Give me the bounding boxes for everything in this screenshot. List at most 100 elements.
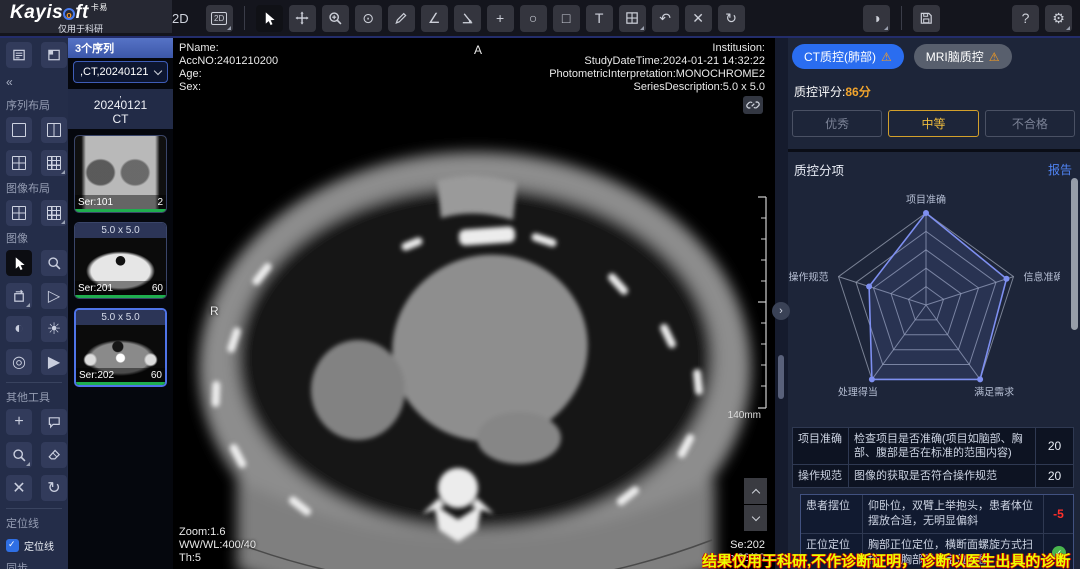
deduct-score: -5 (1053, 507, 1064, 522)
series-layout-2x2-button[interactable] (6, 150, 32, 176)
rect-tool-button[interactable]: □ (553, 5, 580, 32)
localizer-checkbox-label: 定位线 (24, 538, 54, 553)
qc-section-title: 质控分项 (794, 160, 844, 179)
table-row: 项目准确 检查项目是否准确(项目如脑部、胸部、腹部是否在标准的范围内容) 20 (792, 427, 1074, 465)
mode-2d-label: 2D (172, 11, 189, 26)
ellipse-tool-button[interactable]: ○ (520, 5, 547, 32)
orientation-anterior-label: A (474, 43, 482, 57)
clear-tool-button[interactable]: ✕ (6, 475, 32, 501)
undo-button[interactable]: ↶ (652, 5, 679, 32)
image-layout-2x2-button[interactable] (6, 200, 32, 226)
cine-play-button[interactable]: ▶ (41, 349, 67, 375)
qc-panel: CT质控(肺部)⚠ MRI脑质控⚠ 质控评分:86分 优秀 中等 不合格 质控分… (788, 38, 1080, 569)
load-progress-bar (76, 382, 165, 385)
disclaimer-marquee: 结果仅用于科研,不作诊断证明， 诊断以医生出具的诊断 (702, 550, 1080, 569)
sync-title: 同步 (0, 556, 68, 569)
magnify-region-button[interactable] (6, 442, 32, 468)
thumbnail-image: Ser:20260 (76, 325, 165, 385)
series-layout-3x3-button[interactable] (41, 150, 67, 176)
orientation-right-label: R (210, 304, 219, 318)
tab-mri-qc[interactable]: MRI脑质控⚠ (914, 44, 1012, 69)
svg-text:处理得当: 处理得当 (838, 385, 878, 398)
image-cursor-tool-button[interactable] (6, 250, 32, 276)
cobb-angle-tool-button[interactable] (454, 5, 481, 32)
warning-icon: ⚠ (989, 50, 1000, 64)
report-link[interactable]: 报告 (1048, 161, 1072, 178)
image-zoom-tool-button[interactable] (41, 250, 67, 276)
series-thumbnail-201[interactable]: 5.0 x 5.0 Ser:20160 (74, 222, 167, 299)
grade-fail-button[interactable]: 不合格 (985, 110, 1075, 137)
sidebar-divider-2 (6, 508, 62, 509)
zoom-tool-button[interactable] (322, 5, 349, 32)
logo-o-icon: o (63, 8, 75, 20)
crosshair-tool-button[interactable]: + (6, 409, 32, 435)
save-button[interactable] (913, 5, 940, 32)
scroll-up-button[interactable] (744, 478, 767, 504)
top-toolbar: Kayisoft卡易 仅用于科研 2D 2D ⊙ ∠ + ○ □ T ↶ ✕ ↻… (0, 0, 1080, 38)
flip-horizontal-button[interactable]: ▷ (41, 283, 67, 309)
scroll-down-button[interactable] (744, 505, 767, 531)
study-select[interactable]: ,CT,20240121 (73, 61, 168, 83)
localizer-title: 定位线 (0, 511, 68, 535)
toolbar-separator (244, 6, 245, 30)
text-tool-button[interactable]: T (586, 5, 613, 32)
viewport-scrollbar[interactable] (778, 355, 784, 399)
rotate-flip-button[interactable] (6, 283, 32, 309)
localizer-checkbox[interactable]: 定位线 (0, 535, 68, 556)
localizer-checkbox-box[interactable] (6, 539, 19, 552)
qc-panel-scrollbar[interactable] (1071, 178, 1078, 330)
help-button[interactable]: ? (1012, 5, 1039, 32)
image-layout-title: 图像布局 (0, 176, 68, 200)
table-row: 操作规范 图像的获取是否符合操作规范 20 (792, 465, 1074, 488)
tab-ct-qc[interactable]: CT质控(肺部)⚠ (792, 44, 904, 69)
collapse-sidebar-button[interactable]: « (0, 73, 68, 93)
svg-text:满足需求: 满足需求 (974, 386, 1014, 398)
target-button[interactable]: ◎ (6, 349, 32, 375)
series-thumbnail-202-selected[interactable]: 5.0 x 5.0 Ser:20260 (74, 308, 167, 387)
ct-axial-image (187, 90, 762, 569)
svg-text:信息准确: 信息准确 (1024, 271, 1061, 284)
grade-medium-button[interactable]: 中等 (888, 110, 978, 137)
angle-tool-button[interactable]: ∠ (421, 5, 448, 32)
reset-button[interactable]: ↻ (718, 5, 745, 32)
grade-excellent-button[interactable]: 优秀 (792, 110, 882, 137)
chevron-down-icon (154, 66, 162, 74)
window-level-tool-button[interactable]: ⊙ (355, 5, 382, 32)
logo-text: Kayisoft卡易 (10, 2, 108, 24)
panel-divider: › (775, 38, 788, 569)
measure-tool-button[interactable] (388, 5, 415, 32)
eraser-tool-button[interactable] (41, 442, 67, 468)
report-info-button[interactable]: ◑ (863, 5, 890, 32)
series-thumbnail-101[interactable]: Ser:1012 (74, 135, 167, 213)
ruler-length-label: 140mm (728, 410, 761, 421)
point-tool-button[interactable]: + (487, 5, 514, 32)
load-progress-bar (75, 295, 166, 298)
series-layout-1x2-button[interactable] (41, 117, 67, 143)
report-panel-toggle-button[interactable] (41, 42, 67, 68)
brightness-button[interactable]: ☀ (41, 316, 67, 342)
delete-annotation-button[interactable]: ✕ (685, 5, 712, 32)
study-group-header[interactable]: , 20240121 CT (68, 89, 173, 129)
comment-tool-button[interactable] (41, 409, 67, 435)
warning-icon: ⚠ (881, 50, 892, 64)
sidebar-divider (6, 382, 62, 383)
logo-tagline: 仅用于科研 (58, 22, 103, 35)
expand-panel-button[interactable]: › (772, 302, 790, 320)
series-layout-1x1-button[interactable] (6, 117, 32, 143)
thumbnail-image: Ser:20160 (75, 238, 166, 298)
settings-button[interactable]: ⚙ (1045, 5, 1072, 32)
svg-text:项目准确: 项目准确 (906, 193, 946, 206)
reset-view-button[interactable]: ↻ (41, 475, 67, 501)
grid-layout-button[interactable] (619, 5, 646, 32)
link-series-button[interactable] (743, 96, 763, 114)
series-panel-toggle-button[interactable] (6, 42, 32, 68)
invert-button[interactable]: ◐ (6, 316, 32, 342)
cursor-tool-button[interactable] (256, 5, 283, 32)
image-layout-3x3-button[interactable] (41, 200, 67, 226)
series-count-label: 3个序列 (68, 38, 173, 58)
pan-tool-button[interactable] (289, 5, 316, 32)
image-viewport[interactable]: PName: AccNO:2401210200 Age: Sex: A R In… (173, 38, 775, 569)
layout-2d-button[interactable]: 2D (206, 5, 233, 32)
zoom-window-overlay: Zoom:1.6 WW/WL:400/40 Th:5 (179, 526, 256, 565)
svg-text:操作规范: 操作规范 (789, 271, 829, 284)
